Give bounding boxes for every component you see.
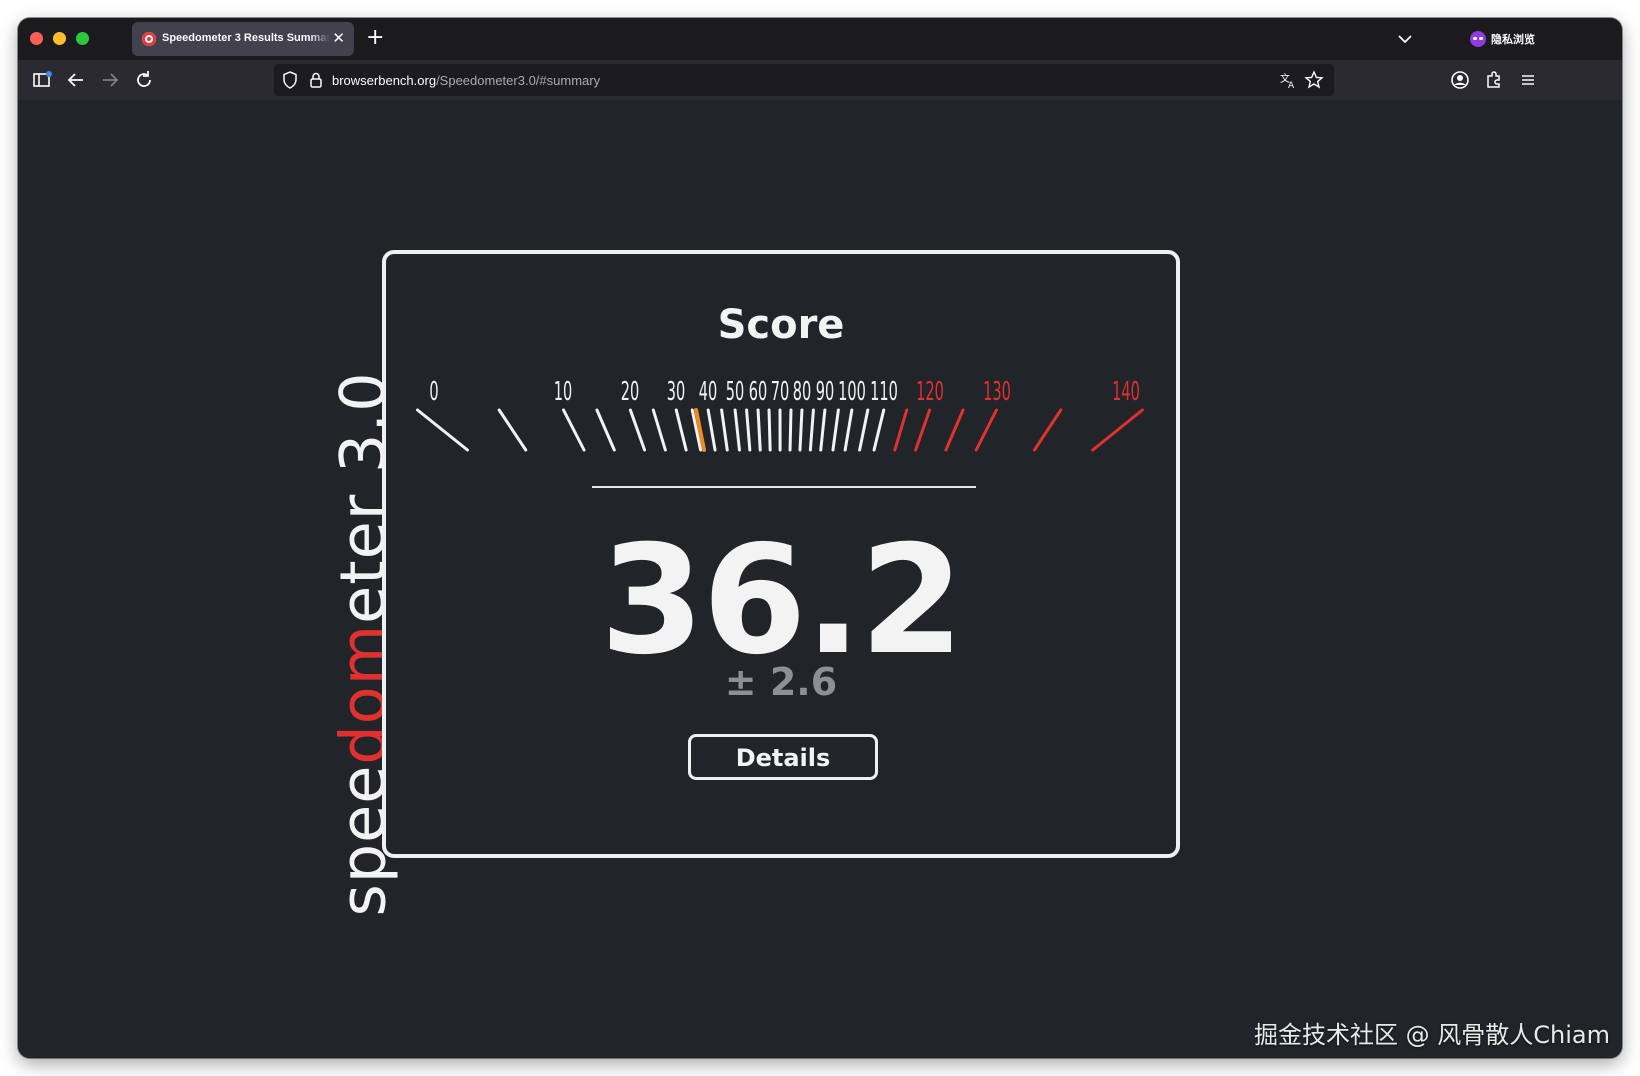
page-content: speedometer 3.0 Score 0 10 20 30 40 50 60 70 80 9… — [18, 100, 1622, 1058]
gauge-major-tick — [819, 408, 827, 452]
hamburger-menu-icon — [1522, 75, 1534, 85]
translate-icon[interactable]: 文 A — [1278, 70, 1298, 90]
window-close-button[interactable] — [30, 32, 43, 45]
gauge-label: 140 — [1112, 377, 1140, 407]
gauge-label: 10 — [554, 377, 572, 407]
gauge-major-tick — [562, 408, 586, 452]
gauge-label: 80 — [793, 377, 811, 407]
gauge-major-tick — [674, 408, 688, 452]
speedometer-favicon-icon — [142, 32, 156, 46]
gauge-major-tick — [914, 408, 932, 452]
gauge-major-tick — [706, 408, 717, 452]
score-value: 36.2 — [599, 514, 964, 688]
url-path: /Speedometer3.0/#summary — [436, 73, 601, 88]
gauge-label: 20 — [621, 377, 639, 407]
forward-button[interactable] — [98, 68, 122, 92]
gauge-minor-tick — [831, 408, 840, 452]
gauge-minor-tick — [595, 408, 616, 452]
gauge-label: 90 — [816, 377, 834, 407]
private-browsing-label: 隐私浏览 — [1491, 33, 1535, 46]
url-text[interactable]: browserbench.org/Speedometer3.0/#summary — [332, 73, 600, 88]
account-icon — [1451, 71, 1469, 89]
sidebar-icon — [33, 71, 52, 87]
shield-icon[interactable] — [280, 70, 300, 90]
lock-icon[interactable] — [306, 70, 326, 90]
gauge-minor-tick — [767, 408, 772, 452]
gauge-label: 60 — [749, 377, 767, 407]
svg-text:A: A — [1288, 81, 1295, 90]
gauge-label: 30 — [667, 377, 685, 407]
gauge-minor-tick — [745, 408, 752, 452]
gauge-major-tick — [1091, 408, 1144, 452]
private-browsing-indicator: 隐私浏览 — [1470, 30, 1535, 48]
address-bar[interactable]: browserbench.org/Speedometer3.0/#summary… — [274, 64, 1334, 96]
chevron-down-icon — [1398, 35, 1412, 44]
gauge-label: 0 — [429, 377, 438, 407]
gauge-minor-tick — [651, 408, 667, 452]
tab-title: Speedometer 3 Results Summary — [162, 32, 330, 44]
score-card: Score 0 10 20 30 40 50 60 70 80 90 100 110 120 130 140… — [382, 250, 1180, 858]
new-tab-button[interactable]: + — [366, 26, 384, 50]
score-heading: Score — [717, 302, 845, 348]
puzzle-icon — [1487, 71, 1500, 88]
gauge-major-tick — [843, 408, 854, 452]
gauge-major-tick — [756, 408, 762, 452]
gauge-minor-tick — [893, 408, 909, 452]
gauge-major-tick — [798, 408, 804, 452]
gauge-major-tick — [872, 408, 886, 452]
gauge-major-tick — [628, 408, 647, 452]
window-maximize-button[interactable] — [76, 32, 89, 45]
gauge-major-tick — [974, 408, 998, 452]
gauge-minor-tick — [1032, 408, 1063, 452]
arrow-left-icon — [67, 73, 83, 87]
reload-button[interactable] — [132, 68, 156, 92]
gauge-label: 70 — [771, 377, 789, 407]
gauge-minor-tick — [944, 408, 965, 452]
gauge-label: 130 — [983, 377, 1011, 407]
gauge-major-tick — [416, 408, 469, 452]
gauge-label: 110 — [870, 377, 898, 407]
app-menu-button[interactable] — [1516, 68, 1540, 92]
gauge-label: 120 — [916, 377, 944, 407]
bookmark-star-icon[interactable] — [1304, 70, 1324, 90]
browser-window: Speedometer 3 Results Summary ✕ + 隐私浏览 b… — [18, 18, 1622, 1058]
gauge-label: 40 — [699, 377, 717, 407]
gauge-minor-tick — [720, 408, 729, 452]
watermark-text: 掘金技术社区 @ 风骨散人Chiam — [1254, 1021, 1610, 1049]
gauge-divider — [592, 486, 976, 488]
gauge-minor-tick — [497, 408, 528, 452]
extensions-button[interactable] — [1482, 68, 1506, 92]
details-button[interactable]: Details — [688, 734, 878, 780]
private-mask-icon — [1470, 31, 1486, 47]
list-all-tabs-button[interactable] — [1392, 28, 1418, 50]
account-button[interactable] — [1448, 68, 1472, 92]
tab-active[interactable]: Speedometer 3 Results Summary ✕ — [132, 22, 354, 56]
window-minimize-button[interactable] — [53, 32, 66, 45]
sidebar-button[interactable] — [30, 68, 54, 92]
url-host: browserbench.org — [332, 73, 437, 88]
tab-strip: Speedometer 3 Results Summary ✕ + 隐私浏览 — [18, 18, 1622, 60]
gauge-minor-tick — [808, 408, 815, 452]
tab-close-icon[interactable]: ✕ — [332, 29, 345, 47]
gauge-minor-tick — [858, 408, 870, 452]
arrow-right-icon — [103, 73, 119, 87]
back-button[interactable] — [64, 68, 88, 92]
gauge-label: 100 — [838, 377, 866, 407]
gauge-minor-tick — [788, 408, 793, 452]
reload-icon — [137, 71, 151, 87]
gauge-major-tick — [733, 408, 741, 452]
navigation-bar: browserbench.org/Speedometer3.0/#summary… — [18, 60, 1622, 100]
gauge-label: 50 — [726, 377, 744, 407]
score-margin-of-error: ± 2.6 — [724, 660, 838, 704]
speed-gauge: 0 10 20 30 40 50 60 70 80 90 100 110 120 130 140 — [416, 377, 1144, 452]
